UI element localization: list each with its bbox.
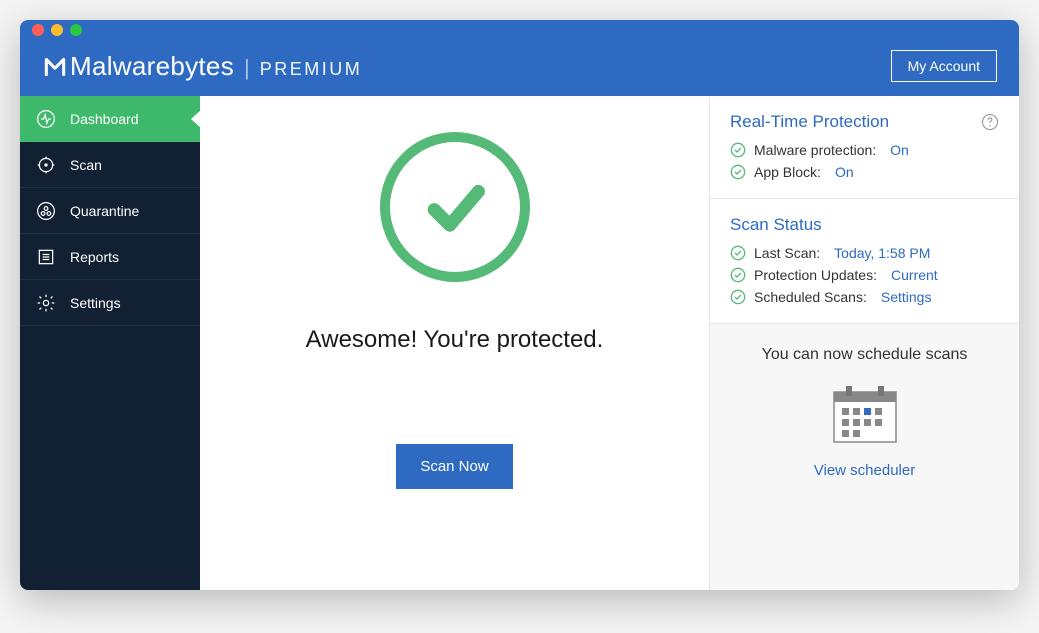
brand-mark-icon bbox=[42, 53, 68, 79]
main-content: Awesome! You're protected. Scan Now Real… bbox=[200, 96, 1019, 590]
brand-tier: PREMIUM bbox=[260, 59, 363, 80]
scheduled-scans-settings-link[interactable]: Settings bbox=[881, 289, 932, 305]
sidebar-item-label: Reports bbox=[70, 249, 119, 265]
header-bar: Malwarebytes | PREMIUM My Account bbox=[20, 40, 1019, 96]
center-panel: Awesome! You're protected. Scan Now bbox=[200, 96, 709, 590]
status-label: Protection Updates: bbox=[754, 267, 877, 283]
sidebar-item-label: Scan bbox=[70, 157, 102, 173]
status-label: Malware protection: bbox=[754, 142, 876, 158]
status-label: App Block: bbox=[754, 164, 821, 180]
status-row-app-block: App Block: On bbox=[730, 164, 999, 180]
sidebar-item-quarantine[interactable]: Quarantine bbox=[20, 188, 200, 234]
status-row-protection-updates: Protection Updates: Current bbox=[730, 267, 999, 283]
calendar-icon bbox=[832, 384, 898, 444]
sidebar-item-dashboard[interactable]: Dashboard bbox=[20, 96, 200, 142]
sidebar-item-reports[interactable]: Reports bbox=[20, 234, 200, 280]
last-scan-value: Today, 1:58 PM bbox=[834, 245, 930, 261]
check-icon bbox=[730, 245, 746, 261]
check-icon bbox=[730, 142, 746, 158]
realtime-panel-title: Real-Time Protection bbox=[730, 112, 889, 132]
app-block-toggle[interactable]: On bbox=[835, 164, 854, 180]
malware-protection-toggle[interactable]: On bbox=[890, 142, 909, 158]
titlebar bbox=[20, 20, 1019, 40]
check-icon bbox=[730, 289, 746, 305]
status-label: Scheduled Scans: bbox=[754, 289, 867, 305]
window-close-button[interactable] bbox=[32, 24, 44, 36]
right-panel: Real-Time Protection Malware protection:… bbox=[709, 96, 1019, 590]
my-account-button[interactable]: My Account bbox=[891, 50, 997, 82]
pulse-icon bbox=[36, 109, 56, 129]
help-icon[interactable] bbox=[981, 113, 999, 131]
schedule-title: You can now schedule scans bbox=[762, 346, 968, 364]
biohazard-icon bbox=[36, 201, 56, 221]
status-row-scheduled-scans: Scheduled Scans: Settings bbox=[730, 289, 999, 305]
scan-now-button[interactable]: Scan Now bbox=[396, 444, 512, 489]
status-label: Last Scan: bbox=[754, 245, 820, 261]
window-zoom-button[interactable] bbox=[70, 24, 82, 36]
sidebar-item-label: Dashboard bbox=[70, 111, 139, 127]
schedule-panel: You can now schedule scans bbox=[710, 324, 1019, 590]
sidebar: Dashboard Scan Quarantine Reports bbox=[20, 96, 200, 590]
app-window: Malwarebytes | PREMIUM My Account Dashbo… bbox=[20, 20, 1019, 590]
sidebar-item-label: Quarantine bbox=[70, 203, 139, 219]
sidebar-item-settings[interactable]: Settings bbox=[20, 280, 200, 326]
body: Dashboard Scan Quarantine Reports bbox=[20, 96, 1019, 590]
sidebar-item-scan[interactable]: Scan bbox=[20, 142, 200, 188]
status-row-last-scan: Last Scan: Today, 1:58 PM bbox=[730, 245, 999, 261]
target-icon bbox=[36, 155, 56, 175]
check-icon bbox=[730, 164, 746, 180]
status-row-malware-protection: Malware protection: On bbox=[730, 142, 999, 158]
list-icon bbox=[36, 247, 56, 267]
checkmark-icon bbox=[416, 168, 494, 246]
brand-divider: | bbox=[244, 55, 250, 81]
gear-icon bbox=[36, 293, 56, 313]
brand-logo: Malwarebytes bbox=[42, 51, 234, 82]
view-scheduler-link[interactable]: View scheduler bbox=[814, 462, 915, 479]
brand-name: Malwarebytes bbox=[70, 51, 234, 81]
protection-updates-link[interactable]: Current bbox=[891, 267, 938, 283]
protection-status-message: Awesome! You're protected. bbox=[306, 326, 604, 354]
scan-status-panel-title: Scan Status bbox=[730, 215, 822, 235]
protection-status-icon bbox=[380, 132, 530, 282]
scan-status-panel: Scan Status Last Scan: Today, 1:58 PM Pr… bbox=[710, 199, 1019, 324]
realtime-protection-panel: Real-Time Protection Malware protection:… bbox=[710, 96, 1019, 199]
sidebar-item-label: Settings bbox=[70, 295, 121, 311]
check-icon bbox=[730, 267, 746, 283]
brand: Malwarebytes | PREMIUM bbox=[42, 51, 362, 82]
window-minimize-button[interactable] bbox=[51, 24, 63, 36]
